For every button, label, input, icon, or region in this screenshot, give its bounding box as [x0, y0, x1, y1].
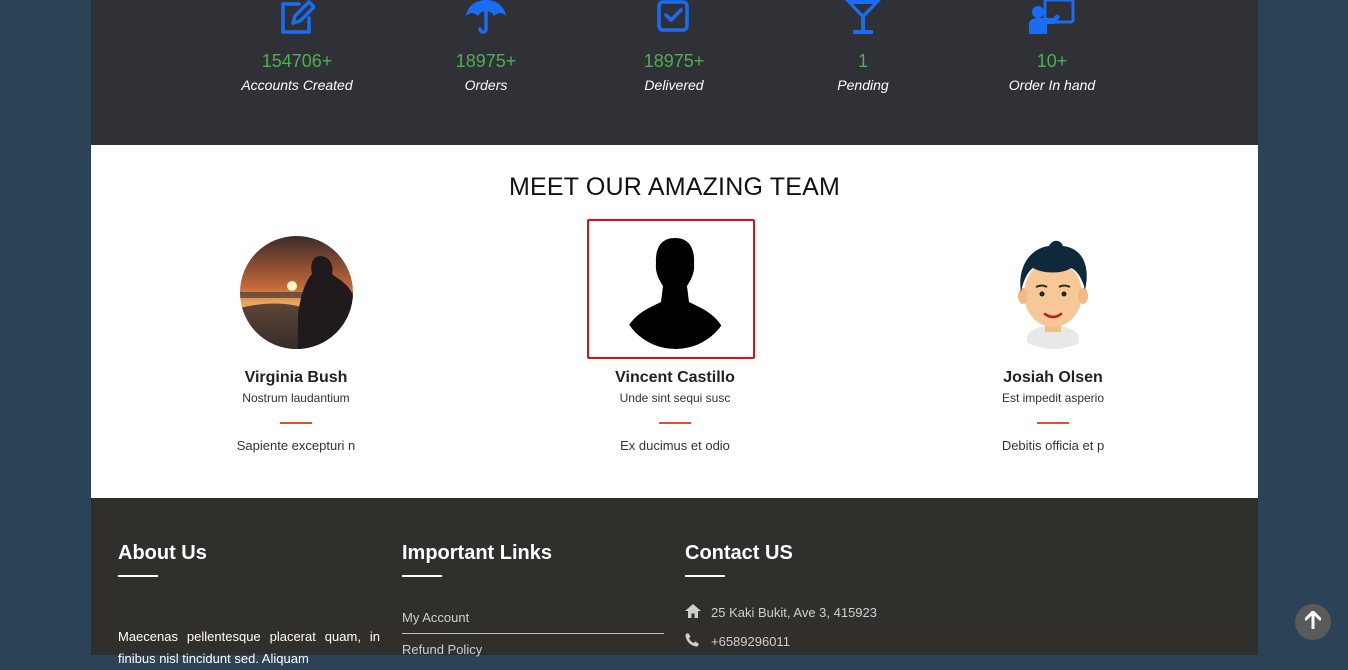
member-photo — [618, 236, 732, 349]
cocktail-glass-icon — [783, 0, 943, 36]
heading-underline — [685, 575, 725, 577]
address-text: 25 Kaki Bukit, Ave 3, 415923 — [711, 605, 877, 620]
member-role: Est impedit asperio — [1001, 391, 1105, 405]
stat-label: Order In hand — [1008, 77, 1096, 93]
page-wrapper: 154706+ Accounts Created 18975+ Orders 1… — [91, 0, 1258, 666]
stat-value: 1 — [857, 51, 868, 71]
arrow-up-icon — [1304, 610, 1322, 634]
presenter-icon — [972, 0, 1132, 36]
member-role: Unde sint sequi susc — [619, 391, 731, 405]
stat-label: Pending — [837, 77, 889, 93]
stat-label: Delivered — [644, 77, 704, 93]
checkbox-icon — [594, 0, 754, 36]
member-photo — [239, 236, 353, 349]
member-divider — [659, 422, 691, 424]
contact-address: 25 Kaki Bukit, Ave 3, 415923 — [685, 604, 877, 621]
team-title: MEET OUR AMAZING TEAM — [508, 173, 841, 201]
member-name: Josiah Olsen — [1003, 369, 1103, 386]
stat-value: 18975+ — [455, 51, 517, 71]
team-member-card: Virginia Bush Nostrum laudantium Sapient… — [196, 236, 396, 453]
phone-text[interactable]: +6589296011 — [711, 634, 790, 649]
stat-value: 10+ — [1036, 51, 1068, 71]
footer-heading-contact: Contact US — [685, 542, 793, 564]
footer: About Us Maecenas pellentesque placerat … — [91, 498, 1258, 666]
member-photo — [996, 236, 1110, 349]
heading-underline — [118, 575, 158, 577]
footer-contact: Contact US 25 Kaki Bukit, Ave 3, 415923 … — [685, 498, 877, 650]
footer-heading-about: About Us — [118, 542, 207, 564]
footer-links: Important Links My Account Refund Policy — [402, 498, 664, 657]
link-divider — [402, 633, 664, 634]
heading-underline — [402, 575, 442, 577]
member-desc: Ex ducimus et odio — [620, 438, 730, 453]
home-icon — [685, 604, 711, 621]
stat-order-in-hand: 10+ Order In hand — [972, 0, 1132, 93]
umbrella-icon — [406, 0, 566, 36]
member-name: Vincent Castillo — [615, 369, 735, 386]
about-text: Maecenas pellentesque placerat quam, in … — [118, 629, 380, 666]
footer-heading-links: Important Links — [402, 542, 553, 564]
stat-orders: 18975+ Orders — [406, 0, 566, 93]
stat-delivered: 18975+ Delivered — [594, 0, 754, 93]
team-member-card: Vincent Castillo Unde sint sequi susc Ex… — [575, 236, 775, 453]
member-role: Nostrum laudantium — [242, 391, 350, 405]
stat-accounts: 154706+ Accounts Created — [217, 0, 377, 93]
link-my-account[interactable]: My Account — [402, 610, 664, 625]
member-name: Virginia Bush — [244, 369, 348, 386]
scroll-to-top-button[interactable] — [1295, 604, 1331, 640]
member-desc: Sapiente excepturi n — [236, 438, 356, 453]
stat-pending: 1 Pending — [783, 0, 943, 93]
team-section: MEET OUR AMAZING TEAM Virginia Bush Nost… — [91, 145, 1258, 498]
stat-value: 18975+ — [643, 51, 705, 71]
member-divider — [280, 422, 312, 424]
stat-label: Orders — [464, 77, 508, 93]
member-divider — [1037, 422, 1069, 424]
team-member-card: Josiah Olsen Est impedit asperio Debitis… — [953, 236, 1153, 453]
edit-icon — [217, 0, 377, 36]
phone-icon — [685, 633, 711, 650]
contact-phone: +6589296011 — [685, 633, 877, 650]
stat-label: Accounts Created — [241, 77, 353, 93]
stat-value: 154706+ — [261, 51, 333, 71]
stats-band: 154706+ Accounts Created 18975+ Orders 1… — [91, 0, 1258, 145]
member-desc: Debitis officia et p — [1001, 438, 1105, 453]
footer-about: About Us Maecenas pellentesque placerat … — [118, 498, 380, 670]
